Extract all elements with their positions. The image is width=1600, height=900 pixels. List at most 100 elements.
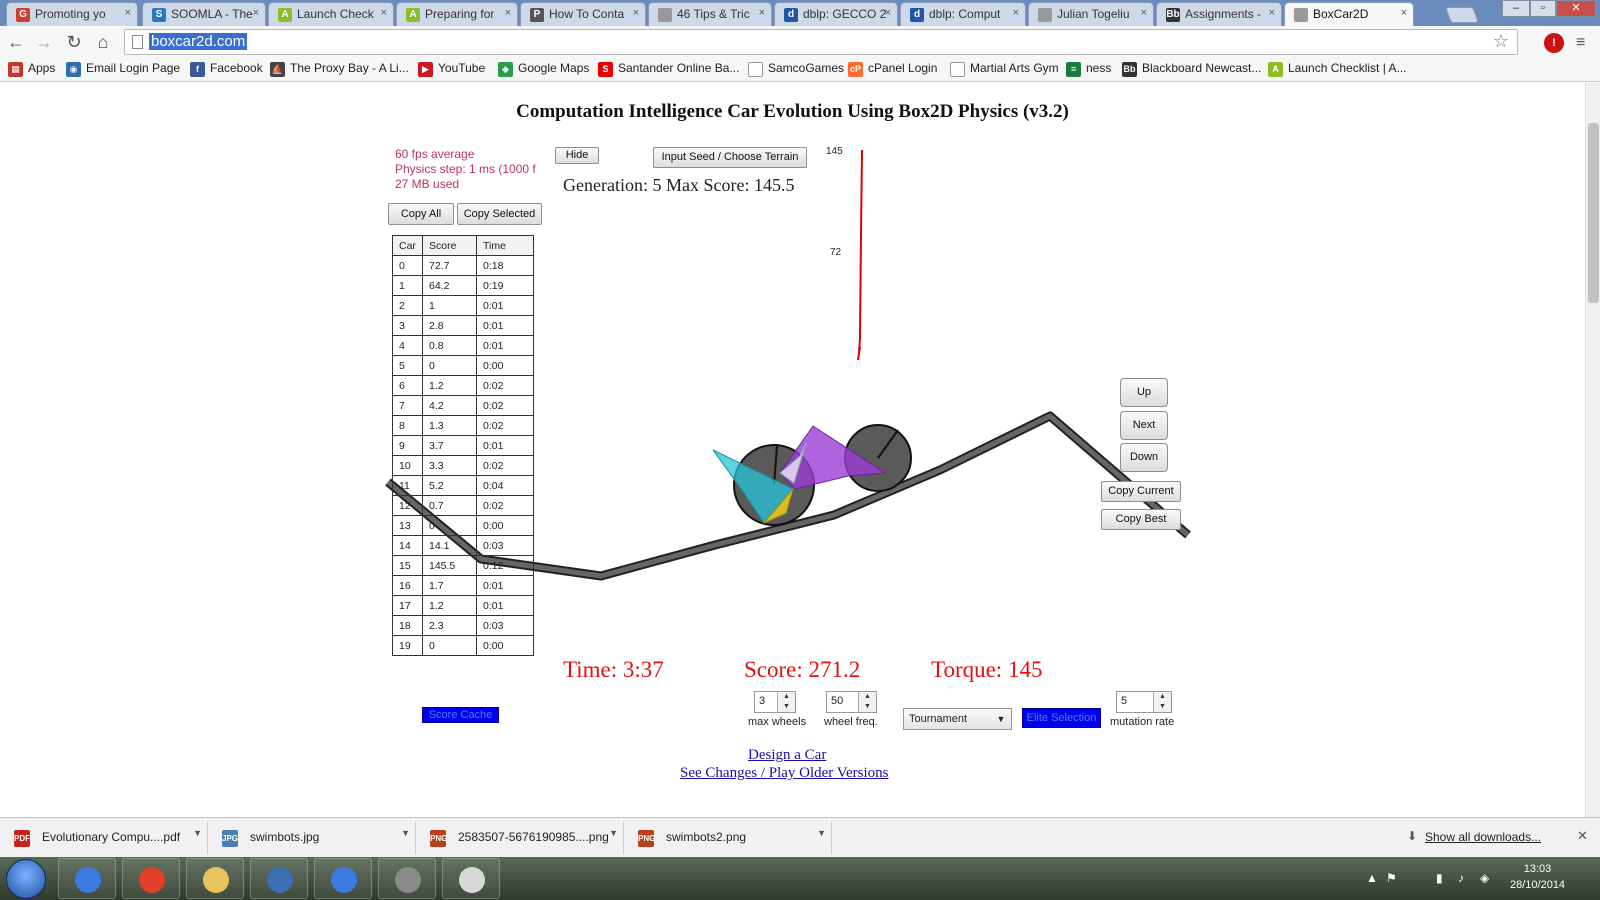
dropdown-arrow-icon[interactable]: ▼ [193,828,202,838]
copy-best-button[interactable]: Copy Best [1101,509,1181,530]
address-bar[interactable]: boxcar2d.com ☆ [124,29,1518,55]
max-wheels-stepper[interactable]: 3 ▲ ▼ [754,691,796,713]
forward-icon[interactable]: → [34,32,54,52]
taskbar-app-3[interactable] [250,858,308,899]
download-item[interactable]: PNG swimbots2.png ▼ [628,822,832,854]
chevron-up-icon[interactable]: ▲ [1154,692,1171,702]
tab-close-icon[interactable]: × [1269,7,1275,19]
new-tab-button[interactable] [1445,7,1479,23]
network-icon[interactable]: ◈ [1480,871,1489,885]
chevron-up-icon[interactable]: ▲ [859,692,876,702]
taskbar-app-4[interactable] [314,858,372,899]
start-button[interactable] [6,859,46,899]
tab-8[interactable]: Julian Togeliu × [1028,2,1154,26]
bookmark-1[interactable]: ◉ Email Login Page [66,61,180,77]
taskbar-app-5[interactable] [378,858,436,899]
elite-selection-button[interactable]: Elite Selection [1022,708,1101,728]
table-row[interactable]: 19 0 0:00 [392,635,534,656]
bookmark-2[interactable]: f Facebook [190,61,263,77]
table-row[interactable]: 14 14.1 0:03 [392,535,534,556]
bookmark-3[interactable]: ⛵ The Proxy Bay - A Li... [270,61,409,77]
dropdown-arrow-icon[interactable]: ▼ [991,709,1011,729]
taskbar-app-0[interactable] [58,858,116,899]
tab-close-icon[interactable]: × [381,7,387,19]
wheel-freq-value[interactable]: 50 [831,695,843,707]
tab-close-icon[interactable]: × [1013,7,1019,19]
table-row[interactable]: 9 3.7 0:01 [392,435,534,456]
bookmark-6[interactable]: S Santander Online Ba... [598,61,739,77]
input-seed-button[interactable]: Input Seed / Choose Terrain [653,147,807,168]
close-icon[interactable]: ✕ [1577,828,1588,844]
table-row[interactable]: 10 3.3 0:02 [392,455,534,476]
maximize-button[interactable]: ▫ [1530,0,1556,17]
tray-up-icon[interactable]: ▲ [1366,871,1378,885]
design-car-link[interactable]: Design a Car [748,747,826,764]
tab-close-icon[interactable]: × [1141,7,1147,19]
bookmark-12[interactable]: A Launch Checklist | A... [1268,61,1407,77]
signal-icon[interactable]: ▮ [1436,871,1443,885]
page-scrollbar[interactable] [1585,83,1600,817]
copy-all-button[interactable]: Copy All [388,203,454,225]
tab-7[interactable]: d dblp: Comput × [900,2,1026,26]
chevron-down-icon[interactable]: ▼ [778,702,795,712]
tab-close-icon[interactable]: × [759,7,765,19]
system-clock[interactable]: 13:03 28/10/2014 [1510,861,1565,893]
view-next-button[interactable]: Next [1120,411,1168,440]
table-row[interactable]: 11 5.2 0:04 [392,475,534,496]
table-row[interactable]: 3 2.8 0:01 [392,315,534,336]
tab-close-icon[interactable]: × [505,7,511,19]
table-row[interactable]: 0 72.7 0:18 [392,255,534,276]
table-row[interactable]: 16 1.7 0:01 [392,575,534,596]
download-item[interactable]: PNG 2583507-5676190985....png ▼ [420,822,624,854]
mutation-rate-arrows[interactable]: ▲ ▼ [1153,692,1171,712]
table-row[interactable]: 2 1 0:01 [392,295,534,316]
table-row[interactable]: 18 2.3 0:03 [392,615,534,636]
tab-close-icon[interactable]: × [1401,7,1407,19]
copy-current-button[interactable]: Copy Current [1101,481,1181,502]
reload-icon[interactable]: ↻ [64,32,84,52]
table-row[interactable]: 17 1.2 0:01 [392,595,534,616]
wheel-freq-arrows[interactable]: ▲ ▼ [858,692,876,712]
tab-close-icon[interactable]: × [885,7,891,19]
taskbar-app-6[interactable] [442,858,500,899]
bookmark-10[interactable]: ≡ ness [1066,61,1111,77]
tab-2[interactable]: A Launch Check × [268,2,394,26]
bookmark-5[interactable]: ◆ Google Maps [498,61,589,77]
bookmark-11[interactable]: Bb Blackboard Newcast... [1122,61,1261,77]
bookmark-star-icon[interactable]: ☆ [1493,31,1509,52]
tab-4[interactable]: P How To Conta × [520,2,646,26]
table-row[interactable]: 13 0 0:00 [392,515,534,536]
bookmark-7[interactable]: SamcoGames [748,61,844,77]
copy-selected-button[interactable]: Copy Selected [457,203,542,225]
table-row[interactable]: 5 0 0:00 [392,355,534,376]
chevron-down-icon[interactable]: ▼ [1154,702,1171,712]
scrollbar-thumb[interactable] [1588,123,1599,303]
mutation-rate-value[interactable]: 5 [1121,695,1127,707]
header-car[interactable]: Car [392,235,423,256]
header-time[interactable]: Time [476,235,534,256]
chrome-menu-icon[interactable]: ≡ [1576,34,1585,52]
home-icon[interactable]: ⌂ [93,32,113,52]
download-item[interactable]: JPG swimbots.jpg ▼ [212,822,416,854]
taskbar-app-2[interactable] [186,858,244,899]
changes-link[interactable]: See Changes / Play Older Versions [680,765,888,782]
tab-1[interactable]: S SOOMLA - The × [142,2,266,26]
table-row[interactable]: 1 64.2 0:19 [392,275,534,296]
flag-icon[interactable]: ⚑ [1386,871,1397,885]
tab-3[interactable]: A Preparing for × [396,2,518,26]
max-wheels-value[interactable]: 3 [759,695,765,707]
dropdown-arrow-icon[interactable]: ▼ [817,828,826,838]
tab-close-icon[interactable]: × [633,7,639,19]
minimize-button[interactable]: – [1502,0,1530,17]
tab-10[interactable]: BoxCar2D × [1284,2,1414,27]
bookmark-8[interactable]: cP cPanel Login [848,61,937,77]
table-row[interactable]: 6 1.2 0:02 [392,375,534,396]
show-all-downloads-link[interactable]: Show all downloads... [1425,830,1541,844]
selection-method-select[interactable]: Tournament ▼ [903,708,1012,730]
max-wheels-arrows[interactable]: ▲ ▼ [777,692,795,712]
wheel-freq-stepper[interactable]: 50 ▲ ▼ [826,691,877,713]
close-window-button[interactable]: ✕ [1556,0,1596,17]
table-row[interactable]: 15 145.5 0:12 [392,555,534,576]
table-row[interactable]: 7 4.2 0:02 [392,395,534,416]
tab-0[interactable]: G Promoting yo × [6,2,138,26]
